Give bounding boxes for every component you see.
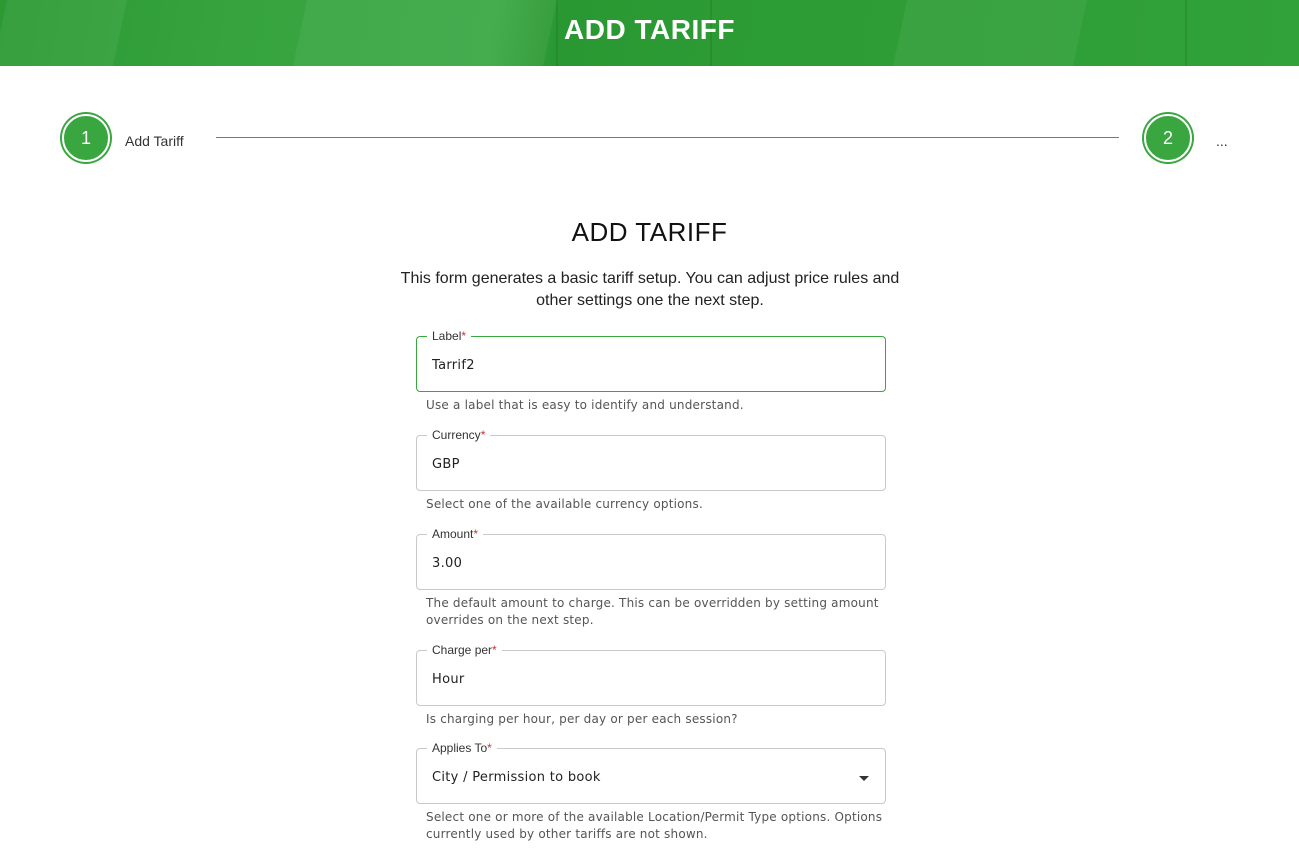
- form-title: ADD TARIFF: [571, 217, 728, 247]
- amount-field-hint: The default amount to charge. This can b…: [426, 596, 879, 627]
- caret-down-icon[interactable]: [859, 776, 869, 781]
- label-field[interactable]: Label* Tarrif2: [416, 328, 886, 392]
- charge-per-field-label: Charge per: [432, 643, 493, 657]
- label-field-hint: Use a label that is easy to identify and…: [426, 398, 744, 412]
- currency-field[interactable]: Currency* GBP: [416, 427, 886, 491]
- currency-field-hint: Select one of the available currency opt…: [426, 497, 703, 511]
- applies-to-select[interactable]: Applies To* City / Permission to book: [416, 740, 886, 804]
- header-title: ADD TARIFF: [564, 14, 735, 45]
- required-mark: *: [473, 527, 479, 541]
- amount-field[interactable]: Amount* 3.00: [416, 526, 886, 590]
- required-mark: *: [480, 428, 486, 442]
- step-2-label[interactable]: ...: [1216, 133, 1228, 149]
- charge-per-field[interactable]: Charge per* Hour: [416, 642, 886, 706]
- label-field-legend: Label*: [427, 328, 472, 344]
- required-mark: *: [461, 329, 467, 343]
- applies-to-select-label: Applies To: [432, 741, 488, 755]
- applies-to-select-value[interactable]: City / Permission to book: [432, 770, 601, 785]
- form-description: This form generates a basic tariff setup…: [400, 270, 900, 309]
- applies-to-select-legend: Applies To*: [427, 740, 497, 756]
- currency-field-label: Currency: [432, 428, 481, 442]
- step-1-label[interactable]: Add Tariff: [125, 133, 184, 149]
- step-1-indicator[interactable]: 1: [62, 114, 110, 162]
- amount-field-label: Amount: [432, 527, 474, 541]
- charge-per-field-value[interactable]: Hour: [432, 672, 465, 687]
- step-2-indicator[interactable]: 2: [1144, 114, 1192, 162]
- stepper-connector: [216, 137, 1119, 138]
- label-field-value[interactable]: Tarrif2: [432, 358, 475, 373]
- required-mark: *: [487, 741, 492, 755]
- stepper: 1 Add Tariff 2 ...: [0, 112, 1299, 164]
- applies-to-select-hint: Select one or more of the available Loca…: [426, 810, 883, 841]
- amount-field-value[interactable]: 3.00: [432, 556, 462, 571]
- currency-field-legend: Currency*: [427, 427, 491, 443]
- charge-per-field-legend: Charge per*: [427, 642, 502, 658]
- page-header: ADD TARIFF: [0, 0, 1299, 66]
- amount-field-legend: Amount*: [427, 526, 484, 542]
- required-mark: *: [492, 643, 497, 657]
- currency-field-value[interactable]: GBP: [432, 457, 460, 472]
- charge-per-field-hint: Is charging per hour, per day or per eac…: [426, 712, 738, 726]
- label-field-label: Label: [432, 329, 462, 343]
